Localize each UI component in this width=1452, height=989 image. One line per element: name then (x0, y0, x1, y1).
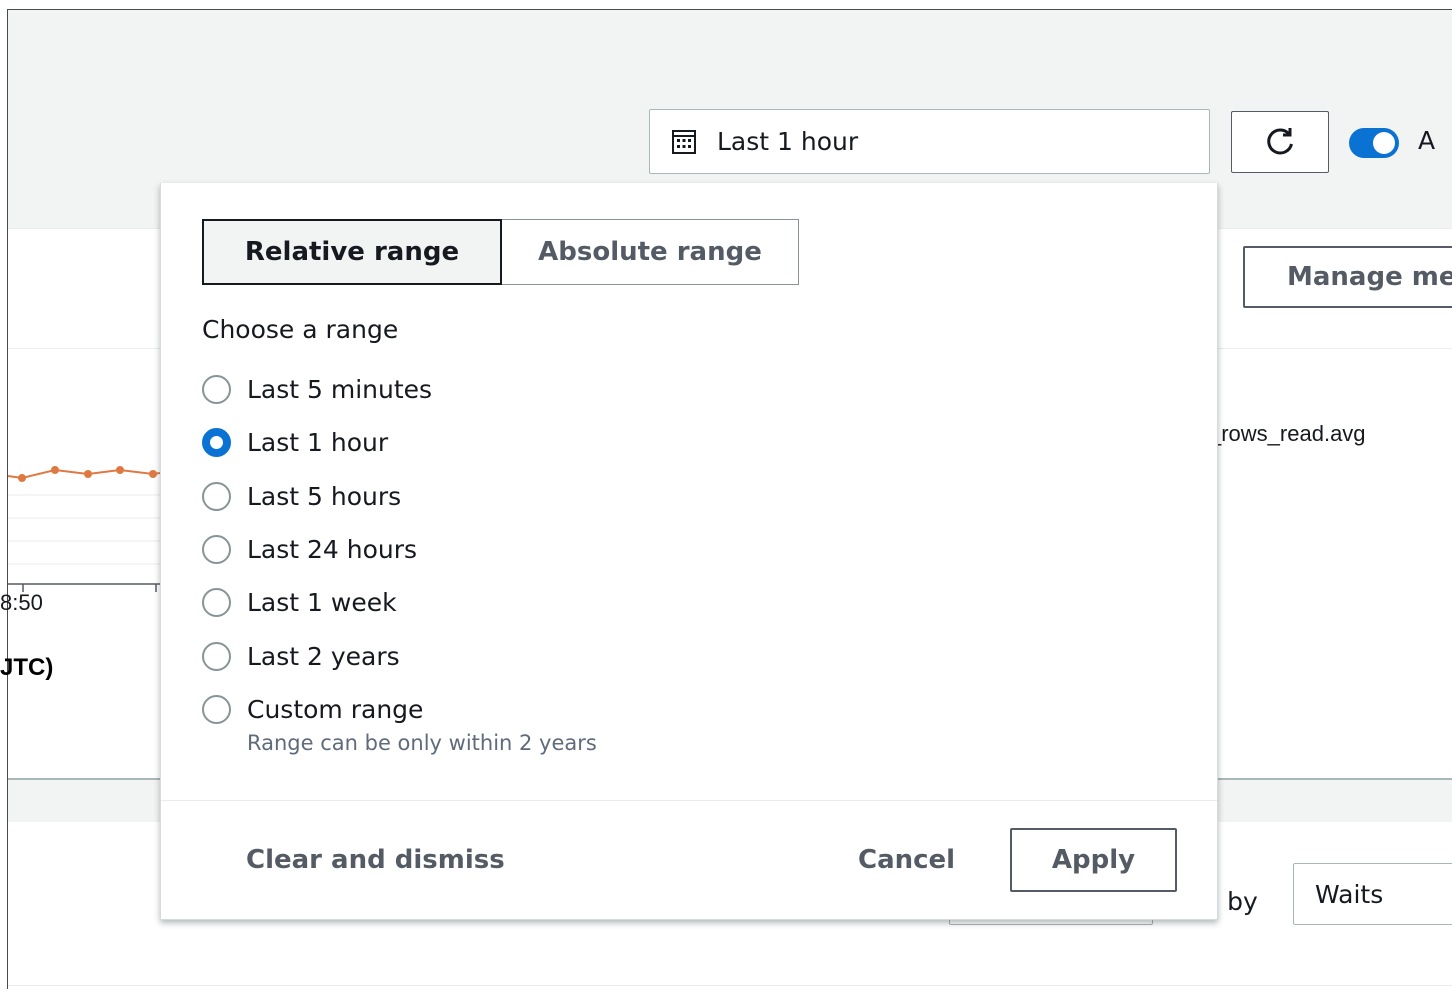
data-point (116, 466, 124, 474)
radio-button[interactable] (202, 588, 231, 618)
toggle-knob (1373, 132, 1395, 154)
manage-metrics-label: Manage me (1287, 262, 1452, 292)
range-option-last-5-hours[interactable]: Last 5 hours (202, 470, 432, 523)
date-range-value: Last 1 hour (717, 127, 859, 156)
range-option-custom-range[interactable]: Custom range (202, 683, 432, 736)
choose-range-heading: Choose a range (202, 315, 399, 344)
x-tick-label: 8:50 (0, 590, 43, 615)
footer-divider (161, 800, 1217, 801)
range-option-label: Last 1 hour (247, 428, 389, 458)
chart-legend-item: _rows_read.avg (1209, 421, 1366, 446)
calendar-icon (672, 129, 696, 154)
range-options: Last 5 minutes Last 1 hour Last 5 hours … (202, 363, 432, 736)
range-type-segmented-control: Relative range Absolute range (202, 219, 799, 285)
range-option-last-5-minutes[interactable]: Last 5 minutes (202, 363, 432, 416)
x-axis-title: JTC) (0, 654, 54, 681)
range-option-last-1-hour[interactable]: Last 1 hour (202, 416, 432, 469)
radio-button[interactable] (202, 641, 231, 671)
radio-button[interactable] (202, 481, 231, 511)
manage-metrics-button[interactable]: Manage me (1243, 246, 1452, 308)
apply-label: Apply (1051, 845, 1136, 875)
slice-by-select[interactable]: Waits (1293, 863, 1452, 925)
refresh-icon (1267, 128, 1293, 155)
radio-button-selected[interactable] (202, 428, 231, 458)
data-point (149, 470, 157, 478)
radio-button[interactable] (202, 535, 231, 565)
radio-button[interactable] (202, 694, 231, 724)
range-option-last-24-hours[interactable]: Last 24 hours (202, 523, 432, 576)
range-option-label: Last 5 hours (247, 481, 402, 511)
apply-button[interactable]: Apply (1010, 828, 1177, 892)
data-point (51, 466, 59, 474)
range-option-last-2-years[interactable]: Last 2 years (202, 629, 432, 682)
radio-button[interactable] (202, 375, 231, 405)
refresh-button[interactable] (1231, 111, 1329, 173)
range-option-last-1-week[interactable]: Last 1 week (202, 576, 432, 629)
tab-relative-range[interactable]: Relative range (202, 219, 502, 285)
custom-range-hint: Range can be only within 2 years (247, 731, 597, 755)
range-option-label: Last 5 minutes (247, 375, 433, 405)
data-point (84, 470, 92, 478)
range-option-label: Last 2 years (247, 641, 400, 671)
auto-refresh-toggle[interactable] (1349, 128, 1399, 158)
range-option-label: Last 1 week (247, 588, 397, 618)
chart-gridlines (8, 494, 160, 565)
range-option-label: Last 24 hours (247, 535, 418, 565)
date-range-input[interactable]: Last 1 hour (649, 109, 1210, 174)
data-point (18, 474, 26, 482)
range-option-label: Custom range (247, 694, 424, 724)
tab-absolute-range[interactable]: Absolute range (502, 219, 799, 285)
slice-by-value: Waits (1315, 879, 1384, 909)
cancel-button[interactable]: Cancel (858, 845, 955, 875)
clear-and-dismiss-button[interactable]: Clear and dismiss (246, 845, 505, 875)
date-range-dropdown: Relative range Absolute range Choose a r… (160, 183, 1218, 920)
auto-refresh-label: A (1418, 126, 1436, 155)
